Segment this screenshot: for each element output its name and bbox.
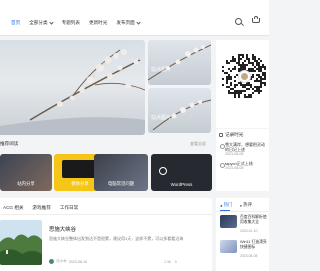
qr-module <box>248 88 250 90</box>
hot-post-item[interactable]: 百度百科解析使用收集大全 2023-02-10 <box>216 215 269 237</box>
nav-all-categories[interactable]: 全部分类 <box>29 20 54 26</box>
qr-module <box>234 76 236 78</box>
nav-timeline[interactable]: 更新时光 <box>89 20 107 26</box>
hero-side-caption: 站点图片 <box>151 115 172 121</box>
qr-module <box>234 80 236 82</box>
qr-module <box>260 90 262 92</box>
tab-hot-comments[interactable]: ● 热评 <box>239 202 251 208</box>
article-list: ACG 相关 游戏推荐 工作日常 思施大峡谷 思施大峡谷整体出发到达不是很累，建… <box>0 198 212 271</box>
calendar-icon <box>219 133 223 137</box>
qr-module <box>260 60 262 62</box>
banner-graphic <box>62 160 98 178</box>
timeline-item[interactable]: 雪大满岸，想要把灵动的日记上述 2023-08-08 <box>219 142 266 157</box>
qr-module <box>264 68 266 70</box>
qr-module <box>230 70 232 72</box>
blossom-branch-image <box>0 49 145 135</box>
post-stats: 1.3k 0 <box>164 260 177 264</box>
qr-module <box>252 92 254 94</box>
timeline-title: 记录时光 <box>219 132 266 138</box>
qr-module <box>234 96 236 98</box>
qr-module <box>260 86 262 88</box>
hot-posts-card: ● 热门 ● 热评 百度百科解析使用收集大全 2023-02-10 Win11 打造… <box>216 198 269 271</box>
qr-module <box>258 92 260 94</box>
avatar[interactable] <box>49 259 54 264</box>
featured-card[interactable]: 电脑常见问题 <box>94 154 148 191</box>
views-count: 1.3k <box>164 260 171 264</box>
qr-module <box>222 66 224 68</box>
featured-more-link[interactable]: 查看全部 <box>190 141 206 147</box>
top-header: 首页 全部分类 专题列表 更新时光 发布页面 <box>0 0 269 36</box>
qr-module <box>264 78 266 80</box>
tab-hot[interactable]: ● 热门 <box>220 202 232 211</box>
post-thumbnail <box>220 215 237 228</box>
fire-icon: ● <box>220 202 223 208</box>
main-nav: 首页 全部分类 专题列表 更新时光 发布页面 <box>11 20 141 26</box>
post-thumbnail <box>220 240 237 253</box>
tab-acg[interactable]: ACG 相关 <box>3 205 23 214</box>
featured-title: 推荐阅读 <box>0 141 19 146</box>
comment-icon: ● <box>239 202 243 208</box>
post-excerpt: 思施大峡谷整体出发到达不是很累，建议用1天，这样不累，可以多看看沿海 <box>49 236 184 241</box>
bag-icon[interactable] <box>252 16 261 25</box>
search-icon[interactable] <box>235 18 242 25</box>
tab-work[interactable]: 工作日常 <box>60 205 78 214</box>
featured-card[interactable]: WordPress <box>151 154 212 191</box>
qr-module <box>244 90 246 92</box>
qr-module <box>264 84 266 86</box>
qr-module <box>246 64 248 66</box>
qr-module <box>254 70 256 72</box>
tab-games[interactable]: 游戏推荐 <box>32 205 50 214</box>
qr-module <box>234 68 236 70</box>
hero-side-card[interactable]: 站点图片 <box>148 40 211 85</box>
qr-logo <box>238 70 251 83</box>
qr-module <box>222 78 224 80</box>
featured-card[interactable]: 站内分享 <box>0 154 52 191</box>
timeline-item[interactable]: tapych正式上线 2023-08-08 <box>219 161 266 171</box>
qr-module <box>240 58 242 60</box>
hot-post-item[interactable]: Win11 打造漂亮快捷图标 2023-08-08 <box>216 240 269 262</box>
qr-module <box>230 84 232 86</box>
chevron-down-icon <box>48 20 54 25</box>
wechat-qr-code <box>220 52 268 100</box>
chevron-down-icon <box>136 20 141 25</box>
canyon-image <box>0 220 42 265</box>
qr-module <box>250 96 252 98</box>
featured-header: 推荐阅读 查看全部 <box>0 141 212 147</box>
qr-module <box>242 56 244 58</box>
qr-card <box>216 40 269 128</box>
post-meta: 元小木 2023-08-10 <box>49 259 87 264</box>
hero-side-card[interactable]: 站点图片 <box>148 88 211 133</box>
nav-home[interactable]: 首页 <box>11 20 20 26</box>
nav-publish[interactable]: 发布页面 <box>116 20 141 26</box>
nav-topics[interactable]: 专题列表 <box>62 20 80 26</box>
qr-module <box>226 82 228 84</box>
comments-count: 0 <box>174 260 177 264</box>
qr-module <box>222 84 224 86</box>
hot-tabs: ● 热门 ● 热评 <box>216 198 269 212</box>
qr-module <box>230 78 232 80</box>
hero-side-caption: 站点图片 <box>151 67 172 73</box>
post-author[interactable]: 元小木 <box>56 259 67 264</box>
qr-module <box>244 60 246 62</box>
qr-module <box>238 96 240 98</box>
category-tabs: ACG 相关 游戏推荐 工作日常 <box>0 198 212 215</box>
post-date: 2023-08-10 <box>68 259 88 264</box>
post-thumbnail[interactable] <box>0 220 42 265</box>
qr-module <box>236 84 238 86</box>
timeline-card: 记录时光 雪大满岸，想要把灵动的日记上述 2023-08-08 tapych正式… <box>216 129 269 191</box>
qr-module <box>240 92 242 94</box>
qr-module <box>252 76 254 78</box>
wordpress-icon <box>159 167 167 175</box>
qr-module <box>234 86 236 88</box>
post-title[interactable]: 思施大峡谷 <box>49 225 76 233</box>
qr-module <box>228 62 230 64</box>
hero-banner[interactable] <box>0 40 145 135</box>
